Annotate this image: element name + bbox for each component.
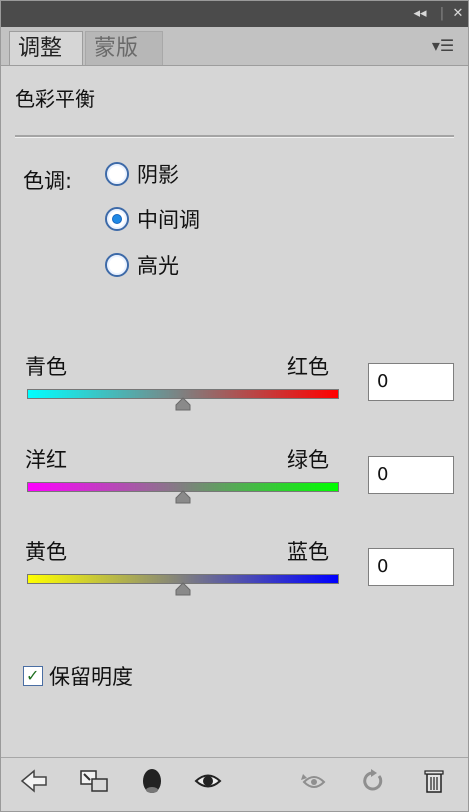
trash-icon[interactable] bbox=[417, 765, 451, 797]
slider-right-label: 红色 bbox=[287, 355, 329, 379]
previous-state-icon[interactable] bbox=[297, 765, 331, 797]
tone-label: 色调: bbox=[23, 169, 73, 193]
adjustments-panel: ◂◂ | ✕ 调整 蒙版 ▾☰ 色彩平衡 色调: 阴影 中间调 高光 青色 红色… bbox=[0, 0, 469, 812]
mask-view-icon[interactable] bbox=[135, 765, 169, 797]
slider-left-label: 黄色 bbox=[25, 540, 67, 564]
radio-shadows[interactable]: 阴影 bbox=[105, 159, 179, 189]
value-input[interactable]: 0 bbox=[368, 548, 454, 586]
radio-midtones[interactable]: 中间调 bbox=[105, 204, 200, 234]
slider-thumb[interactable] bbox=[175, 582, 191, 596]
checkbox[interactable]: ✓ bbox=[23, 666, 43, 686]
value-input[interactable]: 0 bbox=[368, 363, 454, 401]
checkbox-label: 保留明度 bbox=[49, 665, 133, 689]
tab-label: 调整 bbox=[18, 36, 63, 61]
divider bbox=[15, 135, 454, 138]
radio-label: 高光 bbox=[137, 254, 179, 278]
slider-left-label: 青色 bbox=[25, 355, 67, 379]
tab-masks[interactable]: 蒙版 bbox=[85, 31, 163, 65]
eye-icon[interactable] bbox=[191, 765, 225, 797]
radio-button[interactable] bbox=[105, 207, 129, 231]
slider-yellow-blue: 黄色 蓝色 0 bbox=[25, 536, 454, 606]
panel-title: 色彩平衡 bbox=[15, 87, 95, 111]
radio-label: 阴影 bbox=[137, 163, 179, 187]
radio-highlights[interactable]: 高光 bbox=[105, 250, 179, 280]
double-chevron-left-icon[interactable]: ◂◂ bbox=[409, 5, 431, 23]
slider-cyan-red: 青色 红色 0 bbox=[25, 351, 454, 421]
slider-thumb[interactable] bbox=[175, 397, 191, 411]
tab-strip: 调整 蒙版 ▾☰ bbox=[1, 27, 468, 66]
slider-left-label: 洋红 bbox=[25, 448, 67, 472]
preserve-luminosity-checkbox[interactable]: ✓ 保留明度 bbox=[23, 661, 133, 691]
radio-button[interactable] bbox=[105, 162, 129, 186]
back-arrow-icon[interactable] bbox=[17, 765, 51, 797]
panel-menu-icon[interactable]: ▾☰ bbox=[426, 35, 460, 57]
value-input[interactable]: 0 bbox=[368, 456, 454, 494]
slider-right-label: 蓝色 bbox=[287, 540, 329, 564]
tab-label: 蒙版 bbox=[94, 36, 139, 61]
close-icon[interactable]: ✕ bbox=[447, 5, 469, 23]
slider-thumb[interactable] bbox=[175, 490, 191, 504]
slider-magenta-green: 洋红 绿色 0 bbox=[25, 444, 454, 514]
panel-titlebar: ◂◂ | ✕ bbox=[1, 1, 468, 28]
radio-label: 中间调 bbox=[137, 208, 200, 232]
radio-button[interactable] bbox=[105, 253, 129, 277]
checkmark-icon: ✓ bbox=[26, 666, 40, 685]
slider-right-label: 绿色 bbox=[287, 448, 329, 472]
reset-icon[interactable] bbox=[355, 765, 389, 797]
footer-divider bbox=[1, 757, 468, 758]
tab-adjustments[interactable]: 调整 bbox=[9, 31, 83, 65]
clip-to-layer-icon[interactable] bbox=[77, 765, 111, 797]
